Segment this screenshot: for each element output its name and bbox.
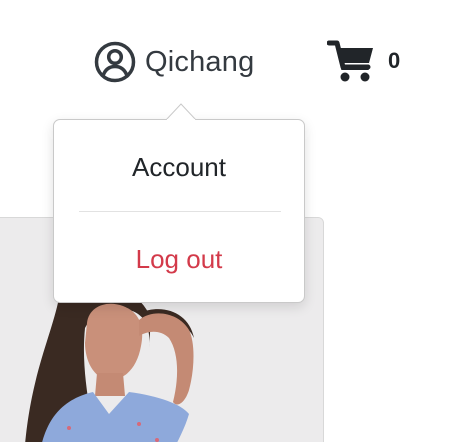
dropdown-divider: [79, 211, 281, 212]
cart-count: 0: [388, 48, 401, 73]
user-name: Qichang: [145, 45, 255, 78]
logout-menu-item[interactable]: Log out: [54, 246, 304, 272]
user-dropdown-menu: Account Log out: [53, 119, 305, 303]
account-menu-item[interactable]: Account: [54, 154, 304, 180]
cart-button[interactable]: 0: [327, 38, 400, 84]
user-menu-toggle[interactable]: Qichang: [94, 40, 254, 84]
dropdown-pointer: [166, 103, 196, 120]
user-circle-icon: [94, 41, 136, 83]
shopping-cart-icon: [327, 40, 373, 82]
